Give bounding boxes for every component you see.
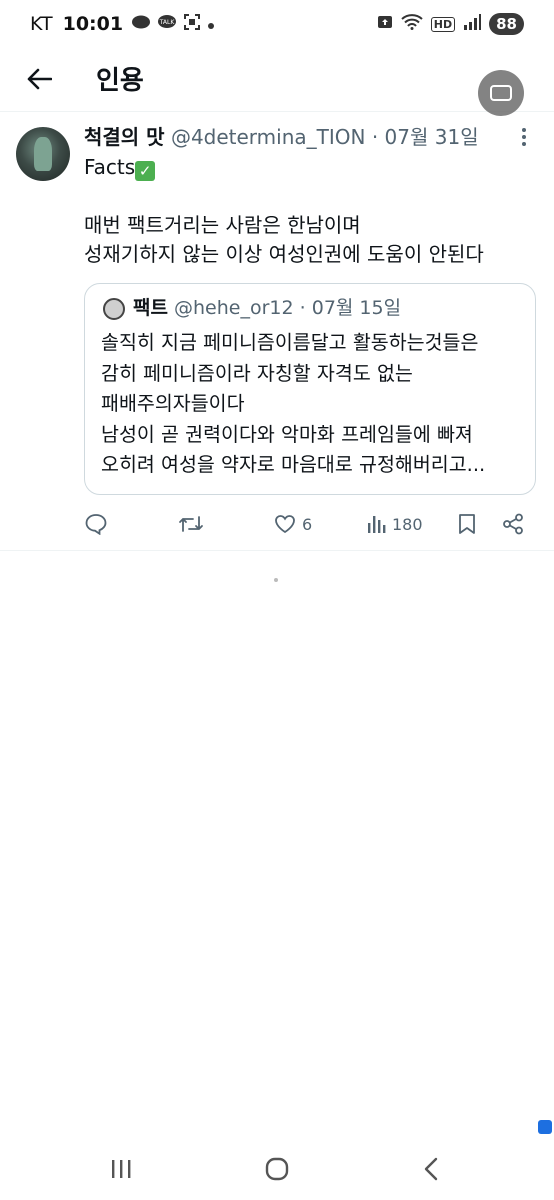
top-app-bar: 인용: [0, 48, 554, 116]
upload-status-icon: [377, 14, 393, 34]
hd-voice-icon: HD: [430, 16, 456, 32]
checkmark-emoji-icon: ✓: [135, 161, 156, 181]
recent-apps-button[interactable]: [104, 1154, 138, 1184]
quoted-tweet-date: 07월 15일: [311, 297, 402, 319]
battery-indicator: 88: [489, 13, 524, 35]
status-bar: KT 10:01 TALK HD 88: [0, 0, 554, 48]
tweet-first-line: Facts: [84, 155, 136, 179]
tweet-body: 매번 팩트거리는 사람은 한남이며 성재기하지 않는 이상 여성인권에 도움이 …: [84, 213, 484, 266]
arrow-left-icon: [27, 68, 52, 90]
talk-icon: TALK: [157, 14, 177, 34]
back-nav-button[interactable]: [414, 1154, 448, 1184]
quoted-avatar: [103, 298, 125, 320]
more-dot-icon: [522, 142, 526, 146]
quoted-tweet[interactable]: 팩트 @hehe_or12 · 07월 15일 솔직히 지금 페미니즘이름달고 …: [84, 283, 536, 495]
view-count: 180: [392, 514, 423, 534]
tweet-text: Facts ✓ 매번 팩트거리는 사람은 한남이며 성재기하지 않는 이상 여성인…: [84, 153, 534, 269]
retweet-icon: [179, 516, 203, 532]
more-options-button[interactable]: [512, 123, 536, 151]
home-icon: [265, 1157, 289, 1181]
quoted-tweet-text: 솔직히 지금 페미니즘이름달고 활동하는것들은 감히 페미니즘이라 자칭할 자격…: [101, 331, 486, 476]
bookmark-icon: [459, 514, 475, 534]
quoted-tweet-meta: 팩트 @hehe_or12 · 07월 15일: [133, 294, 401, 322]
signal-icon: [463, 14, 482, 34]
avatar[interactable]: [16, 127, 70, 181]
tweet-actions: 6 180: [84, 509, 534, 539]
more-notifications-dot-icon: [207, 15, 215, 34]
system-icons: HD 88: [377, 13, 524, 35]
system-navigation-bar: [0, 1136, 554, 1200]
back-button[interactable]: [22, 62, 56, 96]
reply-button[interactable]: [84, 509, 108, 539]
carrier-label: KT: [30, 13, 53, 35]
svg-text:TALK: TALK: [159, 19, 176, 26]
meta-separator: ·: [371, 125, 379, 149]
like-button[interactable]: 6: [274, 509, 312, 539]
chat-bubble-icon: [131, 14, 151, 34]
chevron-left-icon: [424, 1157, 438, 1181]
author-handle[interactable]: @4determina_TION: [171, 125, 366, 149]
author-name[interactable]: 척결의 맛: [84, 125, 165, 149]
edge-panel-icon[interactable]: [538, 1120, 552, 1134]
share-button[interactable]: [502, 509, 524, 539]
notification-icons: TALK: [131, 13, 215, 35]
like-count: 6: [302, 514, 313, 534]
retweet-button[interactable]: [178, 509, 204, 539]
more-dot-icon: [522, 128, 526, 132]
tweet[interactable]: 척결의 맛 @4determina_TION · 07월 31일 Facts ✓ …: [0, 113, 554, 551]
tweet-meta: 척결의 맛 @4determina_TION · 07월 31일: [84, 123, 514, 151]
bookmark-button[interactable]: [458, 509, 476, 539]
floating-window-button[interactable]: [478, 70, 524, 116]
page-title: 인용: [96, 66, 144, 96]
quoted-author-name: 팩트: [133, 297, 168, 319]
tweet-date[interactable]: 07월 31일: [385, 125, 479, 149]
share-icon: [503, 513, 523, 535]
screenshot-icon: [183, 13, 201, 35]
window-icon: [490, 85, 512, 101]
heart-icon: [275, 515, 295, 534]
clock: 10:01: [62, 13, 124, 35]
home-button[interactable]: [260, 1154, 294, 1184]
quoted-meta-separator: ·: [299, 297, 306, 319]
quoted-author-handle: @hehe_or12: [174, 297, 294, 319]
reply-icon: [85, 514, 107, 535]
views-button[interactable]: 180: [366, 509, 423, 539]
recents-icon: [112, 1160, 131, 1178]
loading-indicator: [274, 578, 278, 582]
bar-chart-icon: [368, 516, 386, 533]
more-dot-icon: [522, 135, 526, 139]
wifi-icon: [401, 14, 423, 34]
